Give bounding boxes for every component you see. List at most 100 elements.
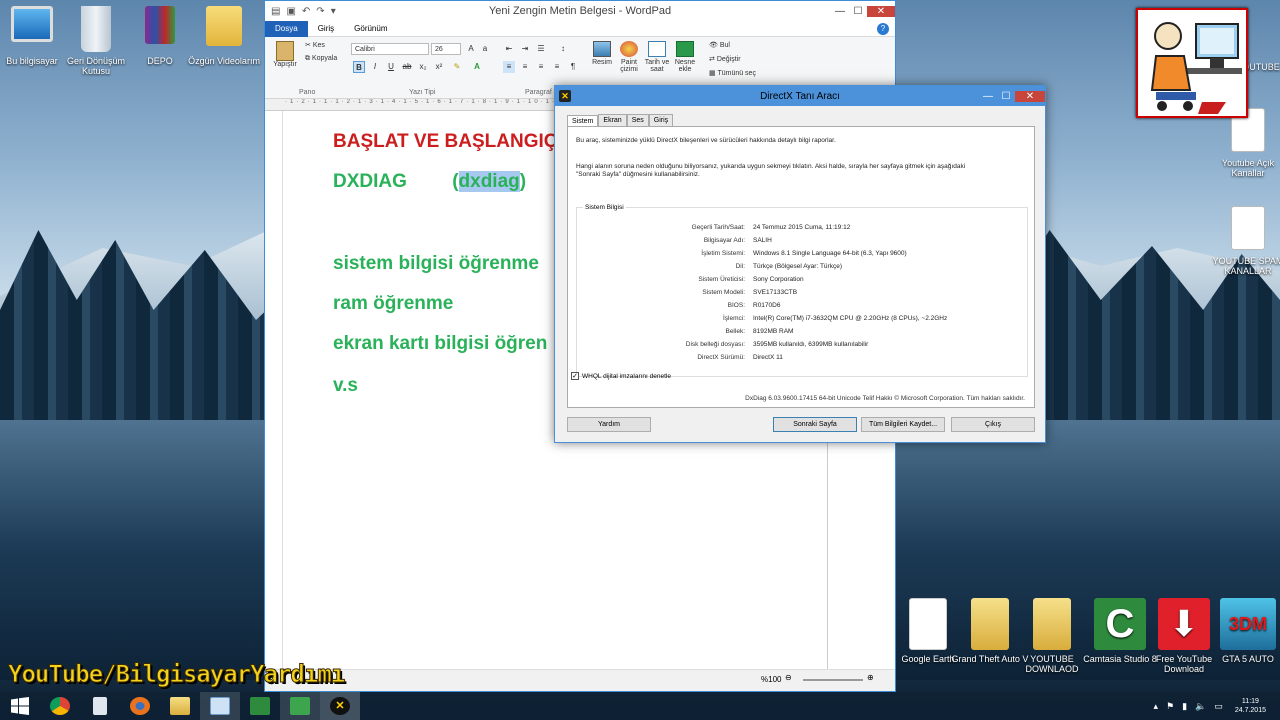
redo-icon[interactable]: ↷ (316, 6, 324, 17)
system-tray: ▴ ⚑ ▮ 🔈 ▭ (1154, 701, 1223, 712)
group-font-label: Yazı Tipi (409, 89, 436, 96)
chevron-up-icon[interactable]: ▴ (1154, 701, 1159, 712)
align-center-icon[interactable]: ≡ (519, 61, 531, 73)
cut-button[interactable]: ✂ Kes (305, 41, 325, 49)
channel-watermark: YouTube/BilgisayarYardımı (7, 660, 345, 689)
checkmark-icon: ✓ (571, 372, 579, 380)
font-name-select[interactable]: Calibri (351, 43, 429, 55)
select-all-button[interactable]: ▦ Tümünü seç (709, 69, 756, 77)
dxdiag-titlebar[interactable]: ✕ DirectX Tanı Aracı — ☐ ✕ (555, 86, 1045, 106)
taskbar: ✕ ▴ ⚑ ▮ 🔈 ▭ 11:19 24.7.2015 (0, 692, 1280, 720)
paste-button[interactable]: Yapıştır (271, 41, 299, 68)
wordpad-titlebar[interactable]: ▤ ▣ ↶ ↷ ▾ Yeni Zengin Metin Belgesi - Wo… (265, 1, 895, 21)
taskbar-camtasia[interactable] (280, 692, 320, 720)
picture-icon (593, 41, 611, 57)
tab-input[interactable]: Giriş (648, 114, 674, 126)
taskbar-chrome[interactable] (40, 692, 80, 720)
folder-icon (1033, 598, 1071, 650)
subscript-button[interactable]: x₂ (417, 61, 429, 73)
copyright-text: DxDiag 6.03.9600.17415 64-bit Unicode Te… (745, 395, 1025, 402)
minimize-button[interactable]: — (979, 91, 997, 102)
desktop-icon-gta5-auto[interactable]: 3DM GTA 5 AUTO (1208, 598, 1280, 664)
superscript-button[interactable]: x² (433, 61, 445, 73)
italic-button[interactable]: I (369, 61, 381, 73)
bullets-icon[interactable]: ☰ (535, 43, 547, 55)
font-size-select[interactable]: 26 (431, 43, 461, 55)
computer-icon (11, 6, 53, 42)
highlight-icon[interactable]: ✎ (451, 61, 463, 73)
taskbar-dxdiag[interactable]: ✕ (320, 692, 360, 720)
folder-icon (170, 697, 190, 715)
font-color-icon[interactable]: A (471, 61, 483, 73)
wordpad-app-icon[interactable]: ▤ (271, 6, 280, 17)
tab-display[interactable]: Ekran (598, 114, 627, 126)
increase-indent-icon[interactable]: ⇥ (519, 43, 531, 55)
document-icon (909, 598, 947, 650)
align-right-icon[interactable]: ≡ (535, 61, 547, 73)
tab-file[interactable]: Dosya (265, 20, 308, 37)
channel-logo (1136, 8, 1248, 118)
find-button[interactable]: 👁 Bul (709, 41, 730, 49)
desktop-icon-label: DEPO (147, 56, 173, 66)
line-spacing-icon[interactable]: ↕ (557, 43, 569, 55)
undo-icon[interactable]: ↶ (302, 6, 310, 17)
info-row: Bellek: 8192MB RAM (725, 328, 794, 335)
hint-text: Hangi alanın soruna neden olduğunu biliy… (576, 163, 966, 170)
align-left-icon[interactable]: ≡ (503, 61, 515, 73)
insert-picture-button[interactable]: Resim (589, 41, 615, 66)
volume-icon[interactable]: 🔈 (1195, 701, 1206, 712)
taskbar-wordpad[interactable] (200, 692, 240, 720)
justify-icon[interactable]: ≡ (551, 61, 563, 73)
tab-view[interactable]: Görünüm (344, 21, 397, 37)
taskbar-explorer[interactable] (160, 692, 200, 720)
paragraph-icon[interactable]: ¶ (567, 61, 579, 73)
whql-checkbox[interactable]: ✓ WHQL dijital imzalarını denetle (571, 372, 671, 380)
shrink-font-icon[interactable]: a (479, 43, 491, 55)
copy-icon: ⧉ (305, 55, 312, 62)
next-page-button[interactable]: Sonraki Sayfa (773, 417, 857, 432)
insert-object-button[interactable]: Nesne ekle (671, 41, 699, 73)
chevron-down-icon[interactable]: ▾ (331, 6, 336, 17)
network-icon[interactable]: ▮ (1182, 701, 1187, 712)
minimize-button[interactable]: — (831, 6, 849, 17)
dxdiag-window[interactable]: ✕ DirectX Tanı Aracı — ☐ ✕ Sistem Ekran … (554, 85, 1046, 443)
save-all-button[interactable]: Tüm Bilgileri Kaydet... (861, 417, 945, 432)
taskbar-firefox[interactable] (120, 692, 160, 720)
selected-text: dxdiag (458, 171, 520, 192)
maximize-button[interactable]: ☐ (997, 91, 1015, 102)
exit-button[interactable]: Çıkış (951, 417, 1035, 432)
object-icon (676, 41, 694, 57)
clock[interactable]: 11:19 24.7.2015 (1235, 697, 1280, 715)
help-button[interactable]: Yardım (567, 417, 651, 432)
battery-icon[interactable]: ▭ (1214, 701, 1223, 712)
zoom-slider[interactable] (803, 679, 863, 681)
desktop-icon-label: Youtube Açık Kanallar (1221, 158, 1275, 178)
zoom-out-icon[interactable]: ⊖ (785, 673, 792, 682)
start-button[interactable] (0, 692, 40, 720)
desktop-icon-youtube-spam[interactable]: YOUTUBE SPAM KANALLAR (1208, 206, 1280, 276)
taskbar-app[interactable] (80, 692, 120, 720)
flag-icon[interactable]: ⚑ (1166, 701, 1174, 712)
help-icon[interactable]: ? (877, 22, 889, 35)
tab-home[interactable]: Giriş (308, 21, 344, 37)
replace-icon: ⇄ (709, 56, 717, 63)
bold-button[interactable]: B (353, 61, 365, 73)
zoom-in-icon[interactable]: ⊕ (867, 673, 874, 682)
close-button[interactable]: ✕ (1015, 90, 1045, 102)
datetime-button[interactable]: Tarih ve saat (643, 41, 671, 73)
paint-drawing-button[interactable]: Paint çizimi (615, 41, 643, 73)
doc-line: sistem bilgisi öğrenme (333, 253, 539, 274)
desktop-icon-videos[interactable]: Özgün Videolarım (184, 6, 264, 66)
underline-button[interactable]: U (385, 61, 397, 73)
tab-sound[interactable]: Ses (626, 114, 649, 126)
decrease-indent-icon[interactable]: ⇤ (503, 43, 515, 55)
grow-font-icon[interactable]: A (465, 43, 477, 55)
taskbar-camtasia-recorder[interactable] (240, 692, 280, 720)
replace-button[interactable]: ⇄ Değiştir (709, 55, 741, 63)
close-button[interactable]: ✕ (867, 5, 895, 17)
strikethrough-button[interactable]: ab (401, 61, 413, 73)
save-icon[interactable]: ▣ (286, 6, 295, 17)
copy-button[interactable]: ⧉ Kopyala (305, 55, 337, 63)
maximize-button[interactable]: ☐ (849, 6, 867, 17)
clock-date: 24.7.2015 (1234, 707, 1266, 714)
